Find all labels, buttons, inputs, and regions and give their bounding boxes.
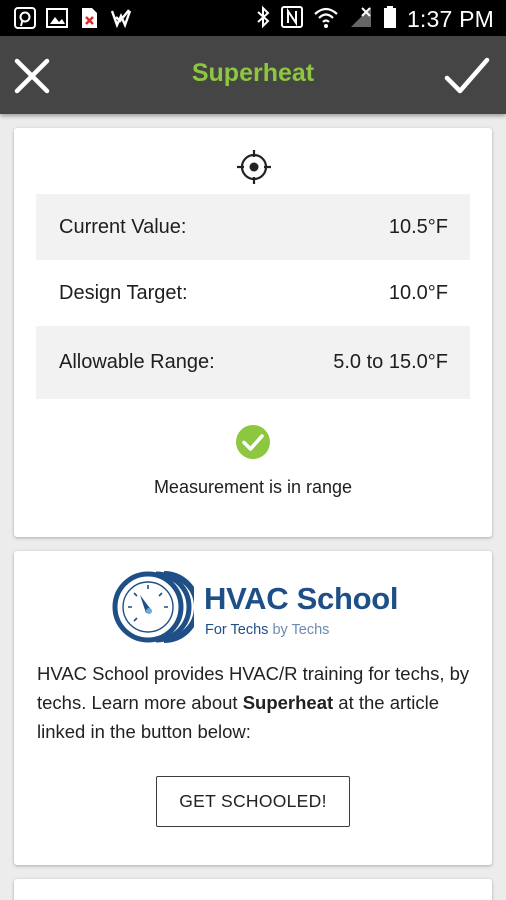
description-topic: Superheat	[242, 692, 334, 713]
gauge-logo-icon	[112, 571, 194, 643]
file-error-icon	[78, 7, 100, 29]
current-value-label: Current Value:	[59, 215, 187, 238]
logo-tagline-bold: For Techs	[205, 622, 269, 638]
notification-icons	[14, 7, 132, 29]
current-value: 10.5°F	[388, 215, 448, 238]
logo-name: HVAC School	[204, 581, 399, 616]
logo-tagline-rest: by Techs	[272, 622, 330, 638]
allowable-range-value: 5.0 to 15.0°F	[333, 351, 448, 373]
app-bar: Superheat	[0, 36, 506, 114]
nfc-icon	[280, 5, 303, 34]
design-target-value: 10.0°F	[388, 281, 448, 304]
design-target-label: Design Target:	[59, 281, 188, 304]
logo-tagline: For Techs by Techs	[205, 622, 329, 638]
allowable-range-row: Allowable Range: 5.0 to 15.0°F	[36, 326, 470, 399]
check-circle-icon	[235, 424, 271, 460]
measurement-status: Measurement is in range	[153, 477, 353, 497]
get-schooled-button[interactable]: GET SCHOOLED!	[156, 776, 350, 827]
wifi-icon	[313, 5, 339, 34]
hvac-school-card: HVAC School For Techs by Techs HVAC Scho…	[14, 551, 492, 865]
crosshair-icon	[236, 149, 272, 185]
check-icon[interactable]	[444, 54, 490, 98]
image-icon	[46, 7, 68, 29]
current-value-row: Current Value: 10.5°F	[36, 194, 470, 260]
battery-icon	[383, 5, 397, 34]
pinterest-icon	[14, 7, 36, 29]
status-time: 1:37 PM	[406, 6, 494, 32]
bluetooth-icon	[255, 5, 271, 34]
school-description: HVAC School provides HVAC/R training for…	[37, 659, 477, 746]
hvac-school-logo: HVAC School For Techs by Techs	[112, 571, 402, 643]
signal-icon	[349, 5, 373, 34]
next-card	[14, 879, 492, 900]
measurement-card: Current Value: 10.5°F Design Target: 10.…	[14, 128, 492, 537]
allowable-range-label: Allowable Range:	[59, 351, 215, 373]
check-badge-icon	[110, 7, 132, 29]
system-icons: 1:37 PM	[255, 5, 494, 34]
page-title: Superheat	[191, 59, 315, 87]
design-target-row: Design Target: 10.0°F	[36, 260, 470, 326]
status-bar: 1:37 PM	[0, 0, 506, 36]
